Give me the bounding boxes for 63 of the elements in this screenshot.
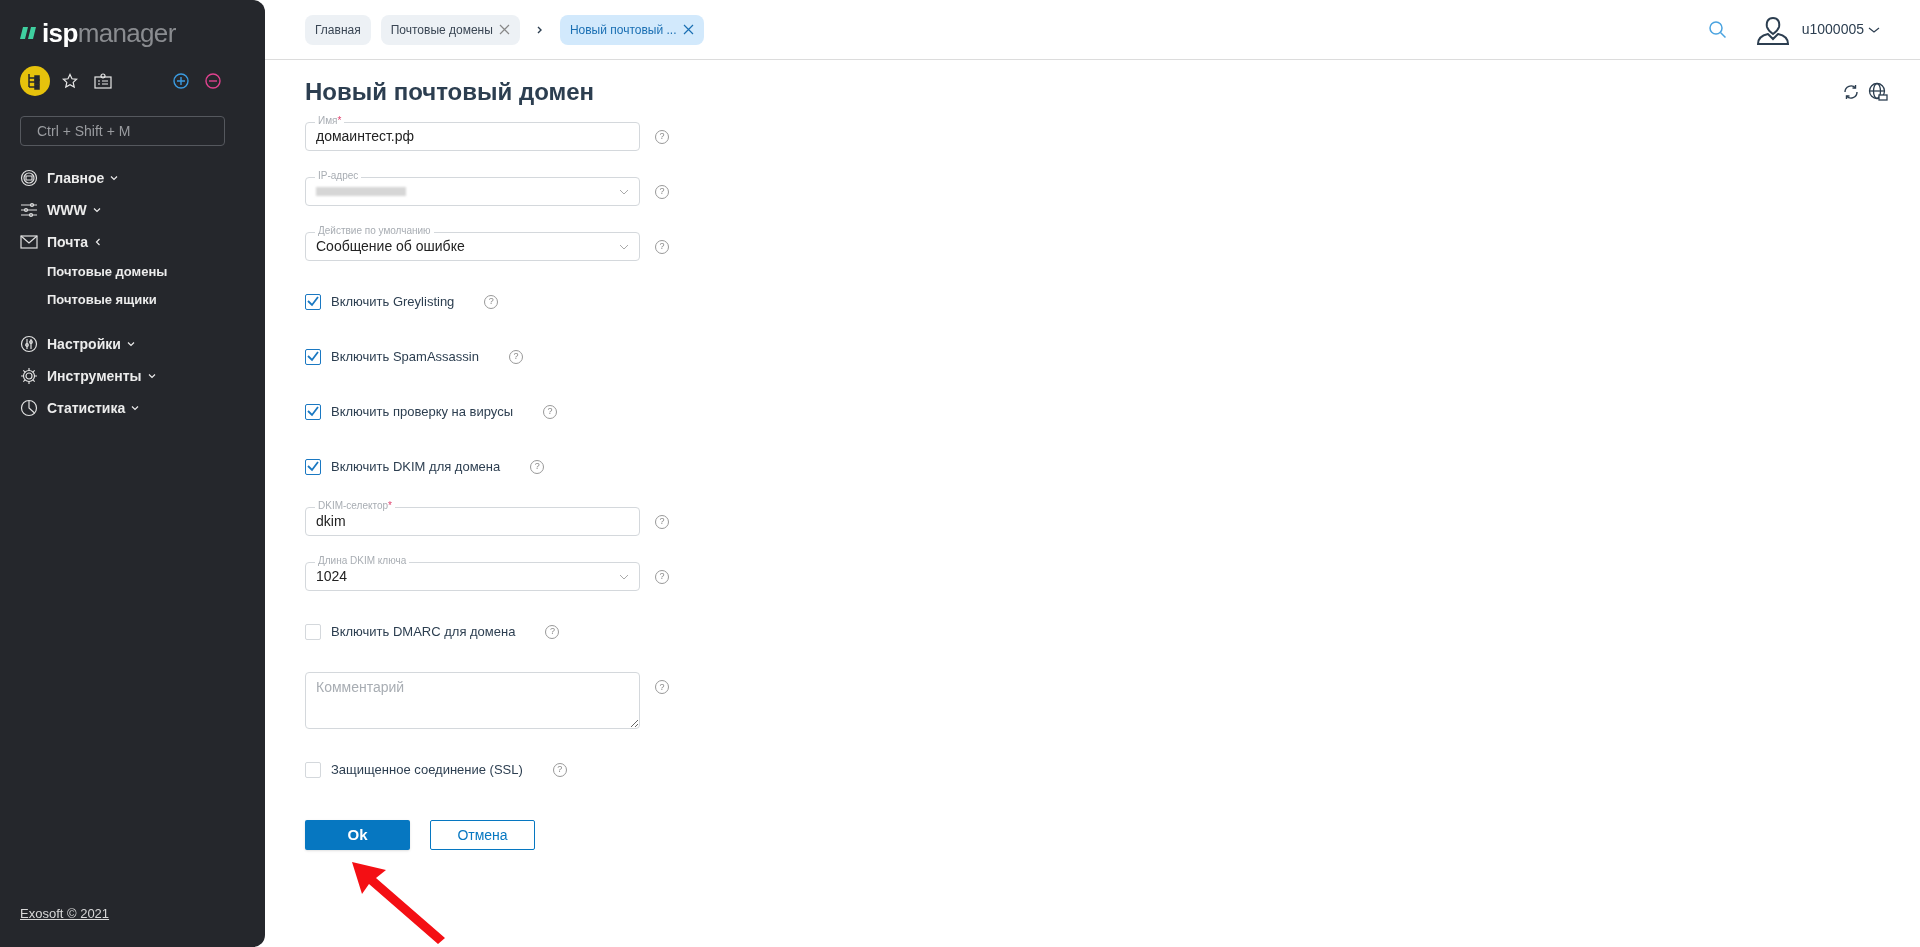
chevron-right-icon (535, 24, 544, 35)
menu-item[interactable]: Инструменты (47, 365, 156, 387)
menu-item[interactable]: Главное (47, 167, 119, 189)
checkbox[interactable] (305, 403, 321, 420)
chevron-down-icon (110, 174, 119, 182)
checkbox-label: Включить DMARC для домена (331, 622, 516, 641)
breadcrumb-tab[interactable]: Главная (305, 14, 371, 45)
dials-icon (20, 335, 38, 353)
refresh-icon[interactable] (1842, 83, 1860, 101)
comment-field[interactable]: Комментарий (305, 672, 640, 729)
search-field[interactable]: Ctrl + Shift + M (20, 116, 225, 146)
pie-chart-icon (20, 399, 38, 417)
field-label: Длина DKIM ключа (315, 555, 410, 567)
ok-button[interactable]: Ok (305, 820, 410, 850)
add-icon[interactable] (173, 73, 189, 89)
menu-item[interactable]: Статистика (47, 397, 140, 419)
menu-item[interactable]: Настройки (47, 333, 135, 355)
checkbox-label: Включить DKIM для домена (331, 457, 501, 476)
checkbox[interactable] (305, 458, 321, 475)
search-icon[interactable] (1707, 19, 1728, 40)
logo: ispmanager (42, 20, 176, 46)
chevron-down-icon (131, 404, 140, 412)
chevron-down-icon (619, 243, 629, 250)
chevron-down-icon (619, 188, 629, 195)
envelope-icon (20, 233, 38, 251)
close-icon[interactable] (498, 24, 510, 35)
tree-icon[interactable] (20, 66, 50, 96)
checkbox[interactable] (305, 293, 321, 310)
checkbox-label: Включить SpamAssassin (331, 347, 479, 366)
field-label: Действие по умолчанию (315, 225, 434, 237)
user-avatar-icon[interactable] (1755, 14, 1790, 45)
field-label: IP-адрес (315, 170, 362, 182)
chevron-down-icon (619, 573, 629, 580)
page-title: Новый почтовый домен (305, 77, 595, 107)
chevron-down-icon (147, 372, 156, 380)
globe-icon (20, 169, 38, 187)
chevron-down-icon (126, 340, 135, 348)
sliders-icon (20, 201, 38, 219)
submenu-item[interactable]: Почтовые домены (20, 258, 245, 286)
chevron-down-icon (1868, 25, 1880, 34)
globe-icon[interactable] (1868, 82, 1888, 102)
copyright-link[interactable]: Exosoft © 2021 (20, 903, 110, 923)
field-label: DKIM-селектор* (315, 500, 395, 512)
gear-icon (20, 367, 38, 385)
star-icon[interactable] (62, 73, 78, 89)
menu-item[interactable]: WWW (47, 199, 101, 221)
breadcrumb-tab[interactable]: Почтовые домены (380, 14, 520, 45)
cancel-button[interactable]: Отмена (430, 820, 535, 850)
close-icon[interactable] (682, 24, 694, 35)
submenu-item[interactable]: Почтовые ящики (20, 286, 245, 314)
user-menu[interactable]: u1000005 (1801, 19, 1880, 40)
menu-item[interactable]: Почта (47, 231, 103, 253)
chevron-down-icon (92, 206, 101, 214)
checkbox-label: Включить проверку на вирусы (331, 402, 514, 421)
checkbox-label: Включить Greylisting (331, 292, 455, 311)
badge-icon[interactable] (94, 73, 112, 89)
logo-icon (20, 27, 38, 39)
field-label: Имя* (315, 115, 345, 127)
checkbox-label: Защищенное соединение (SSL) (331, 760, 523, 779)
breadcrumb-tab[interactable]: Новый почтовый ... (559, 14, 704, 45)
remove-icon[interactable] (205, 73, 221, 89)
chevron-left-icon (94, 238, 103, 246)
checkbox[interactable] (305, 348, 321, 365)
